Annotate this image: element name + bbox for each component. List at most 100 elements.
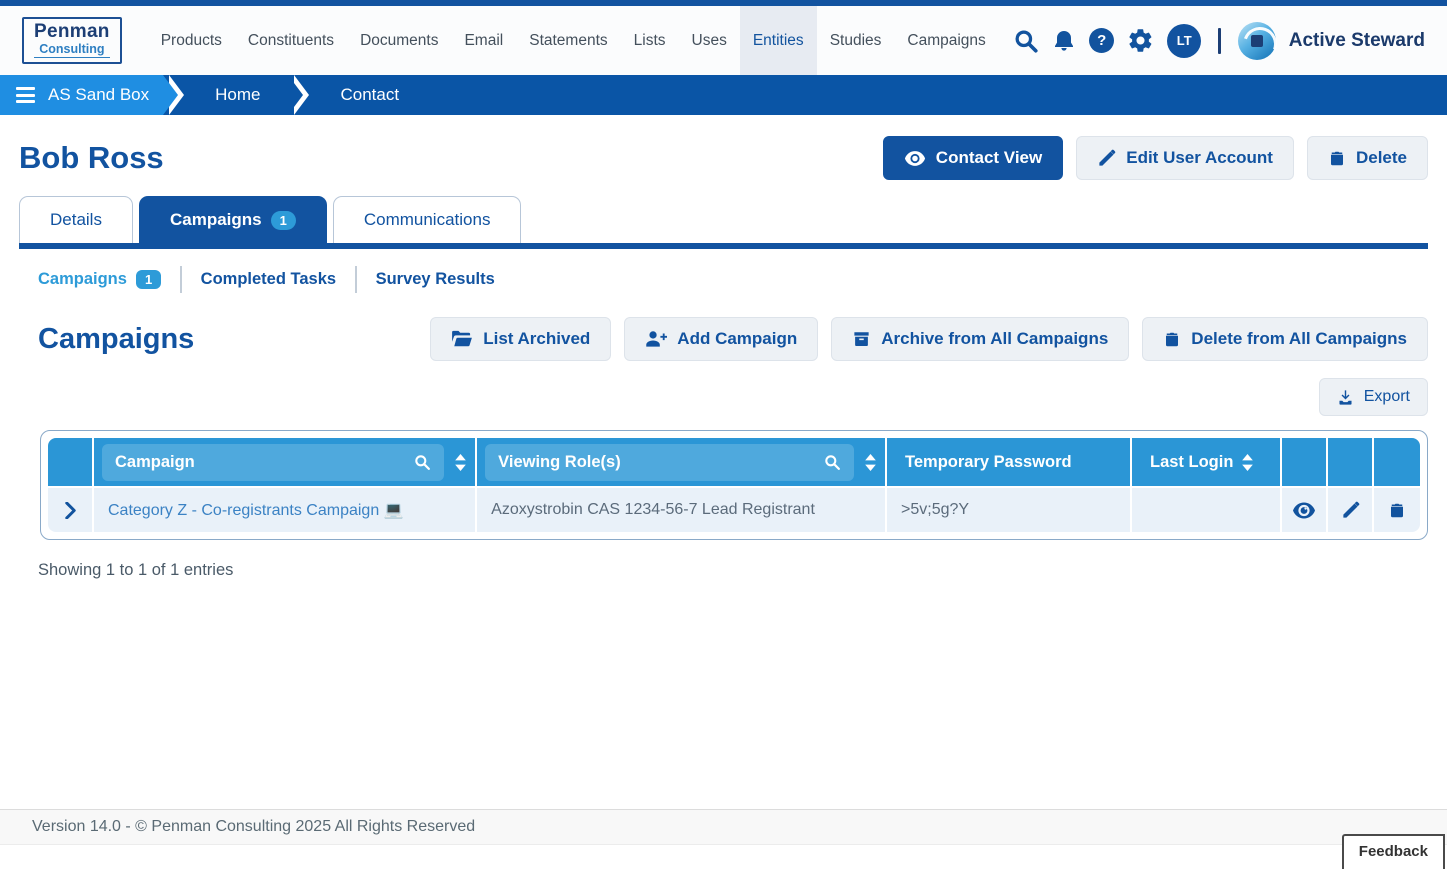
list-archived-button[interactable]: List Archived — [430, 317, 612, 361]
row-delete-cell — [1374, 486, 1420, 532]
pencil-icon — [1099, 149, 1116, 166]
penman-consulting-logo[interactable]: Penman Consulting — [22, 17, 122, 64]
campaigns-toolbar: List Archived Add Campaign Archive from … — [430, 317, 1428, 361]
campaigns-table: Campaign Viewing Role(s) Temporary Passw… — [40, 430, 1428, 540]
table-header-row: Campaign Viewing Role(s) Temporary Passw… — [48, 438, 1420, 486]
campaign-filter-input[interactable]: Campaign — [102, 443, 445, 481]
logo-line2: Consulting — [34, 42, 110, 58]
edit-user-account-button[interactable]: Edit User Account — [1076, 136, 1294, 180]
archive-from-all-campaigns-label: Archive from All Campaigns — [881, 329, 1109, 348]
breadcrumb-sandbox[interactable]: AS Sand Box — [0, 75, 164, 115]
eye-icon — [904, 150, 925, 166]
nav-item-documents[interactable]: Documents — [347, 6, 451, 75]
breadcrumb: AS Sand Box Home Contact — [0, 75, 1447, 115]
footer-version-text: Version 14.0 - © Penman Consulting 2025 … — [32, 818, 476, 835]
tab-details[interactable]: Details — [19, 196, 133, 243]
subtab-divider — [180, 266, 182, 293]
header-action-column — [1282, 438, 1328, 486]
campaign-link[interactable]: Category Z - Co-registrants Campaign 💻 — [94, 500, 418, 520]
viewing-roles-sort-icon[interactable] — [864, 453, 877, 471]
page-head: Bob Ross Contact View Edit User Account … — [0, 115, 1447, 196]
header-last-login-column: Last Login — [1132, 438, 1282, 486]
contact-view-button[interactable]: Contact View — [882, 136, 1064, 180]
tab-communications[interactable]: Communications — [332, 196, 522, 243]
tab-campaigns[interactable]: Campaigns 1 — [138, 196, 327, 243]
archive-box-icon — [854, 332, 869, 346]
temporary-password-value: >5v;5g?Y — [901, 501, 970, 518]
nav-item-statements[interactable]: Statements — [516, 6, 620, 75]
user-avatar[interactable]: LT — [1167, 23, 1202, 58]
delete-button[interactable]: Delete — [1306, 136, 1428, 180]
main-nav: Products Constituents Documents Email St… — [148, 6, 999, 75]
feedback-button[interactable]: Feedback — [1341, 834, 1445, 869]
add-campaign-label: Add Campaign — [677, 329, 798, 348]
tab-campaigns-label: Campaigns — [169, 210, 262, 229]
campaign-column-label: Campaign — [115, 452, 195, 471]
brand-name: Active Steward — [1288, 29, 1425, 51]
delete-from-all-campaigns-button[interactable]: Delete from All Campaigns — [1142, 317, 1428, 361]
last-login-sort-icon[interactable] — [1241, 453, 1254, 471]
nav-item-lists[interactable]: Lists — [621, 6, 679, 75]
campaign-subtabs: Campaigns 1 Completed Tasks Survey Resul… — [0, 249, 1447, 301]
breadcrumb-arrow-icon — [163, 75, 187, 115]
nav-item-uses[interactable]: Uses — [679, 6, 740, 75]
view-eye-icon[interactable] — [1292, 502, 1316, 519]
folder-open-icon — [452, 330, 473, 347]
last-login-column-label: Last Login — [1150, 452, 1234, 471]
nav-item-entities[interactable]: Entities — [739, 6, 817, 75]
row-view-cell — [1282, 486, 1328, 532]
trash-icon — [1330, 151, 1343, 165]
header-action-column — [1328, 438, 1374, 486]
row-edit-cell — [1328, 486, 1374, 532]
page-actions: Contact View Edit User Account Delete — [882, 136, 1428, 180]
viewing-roles-value: Azoxystrobin CAS 1234-56-7 Lead Registra… — [491, 501, 815, 518]
header-campaign-column: Campaign — [94, 438, 478, 486]
active-steward-logo-icon — [1237, 21, 1276, 60]
header-right-controls: ? LT Active Steward — [1013, 6, 1425, 75]
delete-from-all-campaigns-label: Delete from All Campaigns — [1191, 329, 1407, 348]
logo-line1: Penman — [34, 21, 110, 43]
tab-details-label: Details — [50, 210, 102, 229]
add-campaign-button[interactable]: Add Campaign — [624, 317, 819, 361]
chevron-right-icon — [64, 501, 76, 519]
edit-pencil-icon[interactable] — [1341, 501, 1360, 520]
breadcrumb-contact[interactable]: Contact — [312, 75, 427, 115]
campaigns-heading: Campaigns — [38, 322, 195, 355]
download-icon — [1339, 389, 1352, 405]
subtab-divider — [355, 266, 357, 293]
export-button[interactable]: Export — [1318, 378, 1428, 416]
notifications-bell-icon[interactable] — [1052, 28, 1076, 54]
nav-item-campaigns[interactable]: Campaigns — [894, 6, 998, 75]
nav-item-constituents[interactable]: Constituents — [235, 6, 347, 75]
subtab-campaigns[interactable]: Campaigns 1 — [38, 270, 162, 289]
export-row: Export — [0, 361, 1447, 428]
viewing-roles-cell: Azoxystrobin CAS 1234-56-7 Lead Registra… — [477, 486, 887, 532]
subtab-completed-tasks[interactable]: Completed Tasks — [201, 270, 336, 289]
campaign-sort-icon[interactable] — [454, 453, 467, 471]
row-expand-button[interactable] — [48, 486, 94, 532]
nav-item-products[interactable]: Products — [148, 6, 235, 75]
archive-from-all-campaigns-button[interactable]: Archive from All Campaigns — [831, 317, 1130, 361]
delete-trash-icon[interactable] — [1388, 501, 1406, 520]
subtab-campaigns-label: Campaigns — [38, 270, 127, 288]
temporary-password-cell: >5v;5g?Y — [887, 486, 1132, 532]
tab-communications-label: Communications — [363, 210, 491, 229]
temporary-password-column-label: Temporary Password — [905, 452, 1072, 471]
table-row: Category Z - Co-registrants Campaign 💻 A… — [48, 486, 1420, 532]
header-action-column — [1374, 438, 1420, 486]
subtab-survey-results[interactable]: Survey Results — [376, 270, 495, 289]
header-viewing-roles-column: Viewing Role(s) — [477, 438, 887, 486]
contact-view-label: Contact View — [935, 148, 1043, 167]
nav-item-studies[interactable]: Studies — [817, 6, 895, 75]
breadcrumb-home[interactable]: Home — [187, 75, 288, 115]
settings-gear-icon[interactable] — [1127, 27, 1154, 54]
search-icon — [415, 454, 431, 470]
hamburger-menu-icon[interactable] — [16, 87, 35, 103]
search-icon — [825, 454, 840, 470]
person-plus-icon — [646, 331, 668, 347]
search-icon[interactable] — [1013, 28, 1039, 54]
help-icon[interactable]: ? — [1089, 28, 1115, 53]
nav-item-email[interactable]: Email — [451, 6, 516, 75]
viewing-roles-filter-input[interactable]: Viewing Role(s) — [485, 443, 854, 481]
header-temporary-password-column: Temporary Password — [887, 438, 1132, 486]
